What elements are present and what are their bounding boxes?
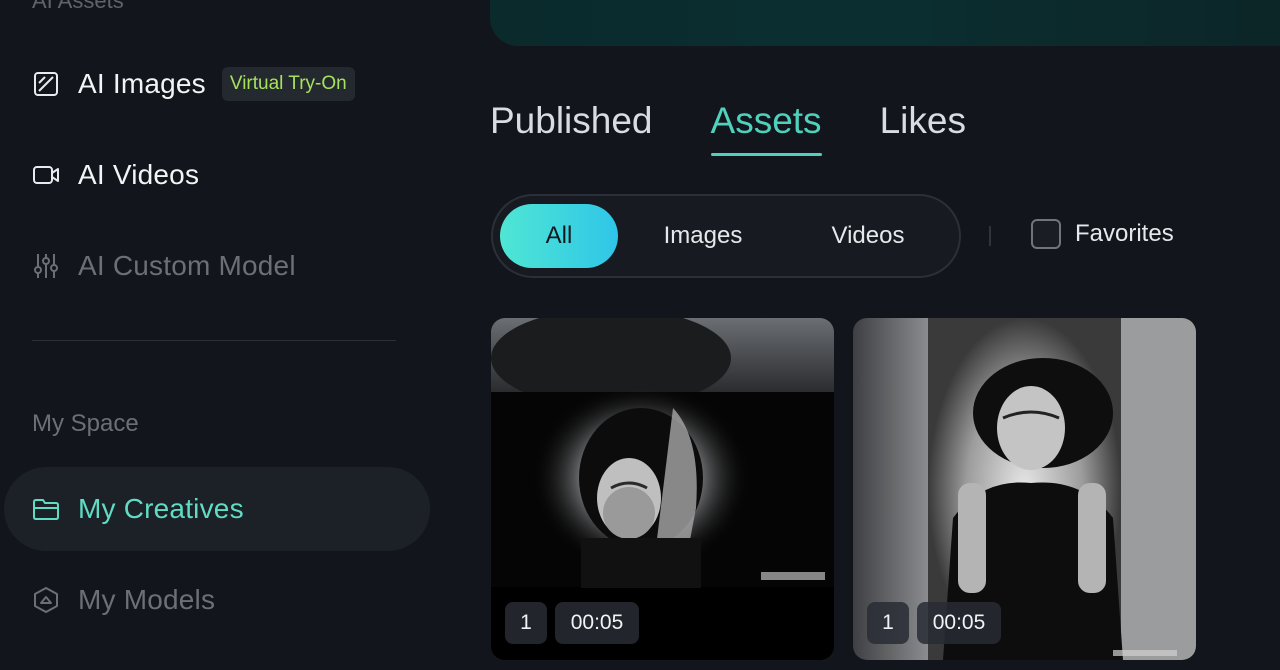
video-camera-icon	[32, 161, 60, 189]
sidebar-item-label: My Creatives	[78, 493, 244, 524]
app-root: AI Assets AI Images Virtual Try-On AI Vi…	[0, 0, 1280, 670]
duration-chip: 00:05	[917, 602, 1001, 644]
sidebar-item-ai-images[interactable]: AI Images Virtual Try-On	[32, 64, 355, 104]
top-banner[interactable]	[490, 0, 1280, 46]
tab-published[interactable]: Published	[490, 100, 653, 156]
sidebar-divider	[32, 340, 396, 341]
folder-icon	[32, 495, 60, 523]
image-icon	[32, 70, 60, 98]
sliders-icon	[32, 252, 60, 280]
favorites-label: Favorites	[1075, 220, 1174, 247]
section-title-my-space: My Space	[32, 410, 139, 437]
media-filter-group: All Images Videos	[491, 194, 961, 278]
section-title-ai-assets: AI Assets	[32, 0, 124, 13]
asset-card[interactable]: 1 00:05	[491, 318, 834, 660]
virtual-try-on-badge[interactable]: Virtual Try-On	[221, 67, 355, 101]
asset-count-chip: 1	[505, 602, 547, 644]
sidebar: AI Assets AI Images Virtual Try-On AI Vi…	[0, 0, 460, 670]
sidebar-item-my-models[interactable]: My Models	[32, 580, 215, 620]
tab-likes[interactable]: Likes	[880, 100, 966, 156]
sidebar-item-label: AI Videos	[78, 159, 200, 190]
asset-card[interactable]: 1 00:05	[853, 318, 1196, 660]
sidebar-item-my-creatives[interactable]: My Creatives	[32, 489, 244, 529]
cube-icon	[32, 586, 60, 614]
sidebar-item-ai-videos[interactable]: AI Videos	[32, 155, 199, 195]
tab-assets[interactable]: Assets	[710, 100, 822, 156]
duration-chip: 00:05	[555, 602, 639, 644]
favorites-toggle[interactable]: Favorites	[1031, 219, 1174, 249]
filter-videos-button[interactable]: Videos	[803, 204, 933, 268]
sidebar-item-ai-custom-model[interactable]: AI Custom Model	[32, 246, 296, 286]
filter-all-button[interactable]: All	[500, 204, 618, 268]
favorites-checkbox[interactable]	[1031, 219, 1061, 249]
asset-count-chip: 1	[867, 602, 909, 644]
sidebar-item-label: My Models	[78, 584, 216, 615]
content-tabs: Published Assets Likes	[490, 100, 1024, 156]
filter-separator	[989, 226, 991, 246]
filter-images-button[interactable]: Images	[633, 204, 773, 268]
sidebar-item-label: AI Images	[78, 68, 206, 99]
sidebar-item-label: AI Custom Model	[78, 250, 296, 281]
